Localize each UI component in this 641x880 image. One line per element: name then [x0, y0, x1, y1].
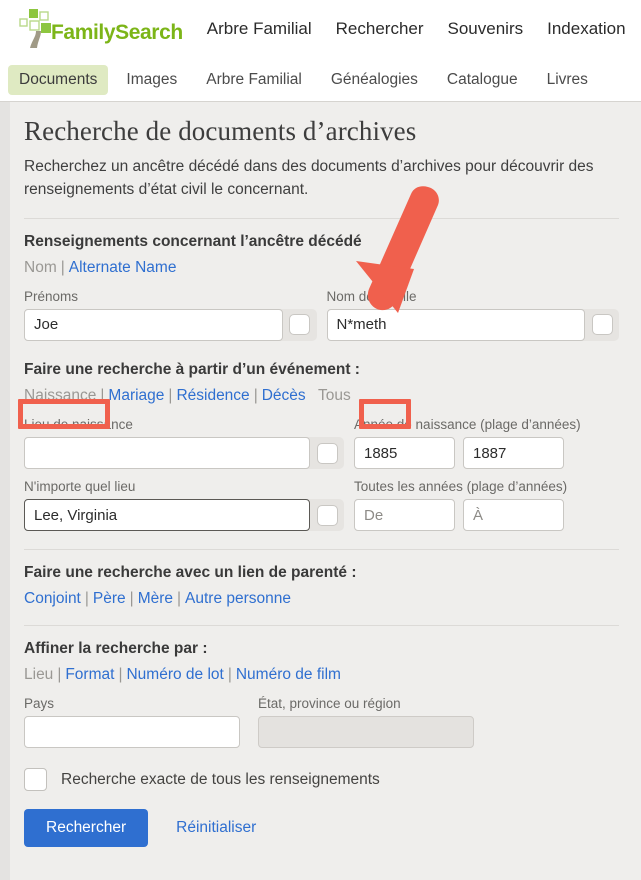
- checkbox-square-icon: [591, 314, 613, 336]
- surname-input-group: [326, 308, 619, 341]
- surname-input[interactable]: [326, 308, 585, 341]
- country-field-group: Pays: [24, 696, 240, 749]
- anyyear-label: Toutes les années (plage d’années): [354, 479, 568, 495]
- tab-images[interactable]: Images: [115, 65, 188, 95]
- nav-item-indexation[interactable]: Indexation: [547, 19, 625, 39]
- given-name-label: Prénoms: [24, 288, 79, 304]
- link-mariage[interactable]: Mariage: [108, 387, 164, 404]
- link-pere[interactable]: Père: [93, 590, 126, 607]
- page-left-gutter: [0, 102, 10, 880]
- refine-link-row: Lieu | Format | Numéro de lot | Numéro de film: [24, 665, 341, 683]
- divider: [24, 549, 619, 551]
- tab-documents[interactable]: Documents: [8, 64, 109, 95]
- page-title: Recherche de documents d’archives: [24, 116, 417, 146]
- tab-livres[interactable]: Livres: [536, 65, 599, 95]
- anyplace-label: N'importe quel lieu: [24, 479, 136, 495]
- event-link-row: Naissance | Mariage | Résidence | Décès Tous: [24, 386, 351, 404]
- tab-genealogies[interactable]: Généalogies: [320, 65, 429, 95]
- relationship-heading: Faire une recherche avec un lien de pare…: [24, 564, 357, 582]
- search-form-panel: Recherche de documents d’archives Recher…: [10, 102, 641, 880]
- refine-heading: Affiner la recherche par :: [24, 639, 208, 657]
- given-name-input[interactable]: [24, 308, 283, 341]
- link-lieu[interactable]: Lieu: [24, 666, 53, 683]
- anyyear-from-input[interactable]: [354, 499, 455, 532]
- birthplace-input-group: [24, 437, 344, 470]
- tab-arbre-familial[interactable]: Arbre Familial: [195, 65, 313, 95]
- anyplace-options-button[interactable]: [310, 499, 344, 531]
- ancestor-heading: Renseignements concernant l’ancêtre décé…: [24, 232, 362, 250]
- anyyear-to-input[interactable]: [463, 499, 564, 532]
- birth-fields-row: Lieu de naissance Année de naissance (pl…: [24, 417, 619, 470]
- link-tous[interactable]: Tous: [318, 387, 351, 404]
- ancestor-link-row: Nom | Alternate Name: [24, 258, 177, 276]
- site-header: FamilySearch Arbre Familial Rechercher S…: [0, 0, 641, 58]
- anyplace-fields-row: N'importe quel lieu Toutes les années (p…: [24, 479, 619, 532]
- nav-item-souvenirs[interactable]: Souvenirs: [448, 19, 524, 39]
- relationship-link-row: Conjoint | Père | Mère | Autre personne: [24, 590, 292, 608]
- page-intro: Recherchez un ancêtre décédé dans des do…: [24, 158, 594, 199]
- country-label: Pays: [24, 696, 55, 712]
- given-name-field-group: Prénoms: [24, 289, 317, 341]
- checkbox-square-icon: [316, 504, 338, 526]
- divider: [24, 217, 619, 219]
- birthyear-to-input[interactable]: [463, 437, 564, 470]
- link-mere[interactable]: Mère: [138, 590, 173, 607]
- section-tabbar: Documents Images Arbre Familial Généalog…: [0, 58, 641, 102]
- state-label: État, province ou région: [258, 696, 401, 712]
- nav-item-rechercher[interactable]: Rechercher: [336, 19, 424, 39]
- birthplace-label: Lieu de naissance: [24, 417, 133, 433]
- exact-search-row: Recherche exacte de tous les renseigneme…: [24, 768, 619, 792]
- divider: [24, 624, 619, 626]
- anyplace-input[interactable]: [24, 499, 310, 532]
- state-input[interactable]: [258, 716, 474, 749]
- given-name-options-button[interactable]: [283, 309, 317, 341]
- anyplace-field-group: N'importe quel lieu: [24, 479, 344, 532]
- refine-fields-row: Pays État, province ou région: [24, 696, 619, 749]
- link-autre-personne[interactable]: Autre personne: [185, 590, 291, 607]
- form-actions: Rechercher Réinitialiser: [24, 809, 619, 848]
- familysearch-logo[interactable]: FamilySearch: [17, 7, 183, 51]
- anyyear-field-group: Toutes les années (plage d’années): [354, 479, 568, 532]
- surname-label: Nom de famille: [326, 288, 417, 304]
- search-button[interactable]: Rechercher: [24, 809, 149, 848]
- state-field-group: État, province ou région: [258, 696, 474, 749]
- primary-nav: Arbre Familial Rechercher Souvenirs Inde…: [207, 19, 626, 39]
- checkbox-square-icon: [316, 442, 338, 464]
- birthyear-from-input[interactable]: [354, 437, 455, 470]
- link-residence[interactable]: Résidence: [176, 387, 249, 404]
- country-input[interactable]: [24, 716, 240, 749]
- name-fields-row: Prénoms Nom de famille: [24, 289, 619, 341]
- tab-catalogue[interactable]: Catalogue: [436, 65, 529, 95]
- surname-field-group: Nom de famille: [326, 288, 619, 341]
- exact-search-label: Recherche exacte de tous les renseigneme…: [61, 770, 380, 788]
- reset-link[interactable]: Réinitialiser: [176, 819, 256, 837]
- given-name-input-group: [24, 308, 317, 341]
- birthplace-options-button[interactable]: [310, 437, 344, 469]
- link-conjoint[interactable]: Conjoint: [24, 590, 81, 607]
- birthplace-input[interactable]: [24, 437, 310, 470]
- birthyear-field-group: Année de naissance (plage d’années): [354, 417, 581, 470]
- nav-item-arbre-familial[interactable]: Arbre Familial: [207, 19, 312, 39]
- link-naissance[interactable]: Naissance: [24, 387, 96, 404]
- link-alternate-name[interactable]: Alternate Name: [69, 259, 177, 276]
- link-numero-de-film[interactable]: Numéro de film: [236, 666, 341, 683]
- page-root: FamilySearch Arbre Familial Rechercher S…: [0, 0, 641, 880]
- link-deces[interactable]: Décès: [262, 387, 306, 404]
- exact-search-checkbox[interactable]: [24, 768, 47, 792]
- link-numero-de-lot[interactable]: Numéro de lot: [126, 666, 223, 683]
- link-format[interactable]: Format: [65, 666, 114, 683]
- event-heading: Faire une recherche à partir d’un événem…: [24, 360, 360, 378]
- birthyear-label: Année de naissance (plage d’années): [354, 417, 581, 433]
- checkbox-square-icon: [289, 314, 310, 336]
- brand-text: FamilySearch: [51, 21, 183, 44]
- family-tree-icon: [17, 7, 63, 51]
- anyplace-input-group: [24, 499, 344, 532]
- birthplace-field-group: Lieu de naissance: [24, 417, 344, 470]
- surname-options-button[interactable]: [585, 309, 619, 341]
- link-nom[interactable]: Nom: [24, 259, 57, 276]
